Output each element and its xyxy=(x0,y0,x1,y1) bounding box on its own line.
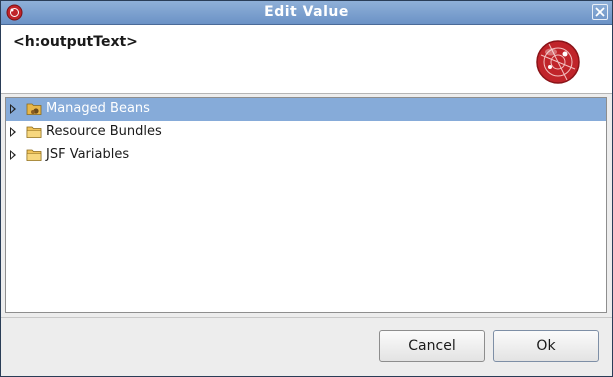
tree-item-jsf-variables[interactable]: JSF Variables xyxy=(6,144,606,167)
variables-tree[interactable]: Managed Beans Resource Bundles JSF Varia… xyxy=(5,97,607,313)
expand-arrow-icon[interactable] xyxy=(10,104,16,114)
dialog-header: <h:outputText> xyxy=(1,25,612,93)
tree-item-managed-beans[interactable]: Managed Beans xyxy=(6,98,606,121)
edit-value-dialog: Edit Value <h:outputText> Managed Beans … xyxy=(0,0,613,377)
folder-beans-icon xyxy=(26,103,42,115)
window-title: Edit Value xyxy=(264,4,349,20)
folder-icon xyxy=(26,149,42,161)
ok-button[interactable]: Ok xyxy=(493,330,599,362)
header-separator xyxy=(1,93,612,94)
tree-item-label: Resource Bundles xyxy=(46,124,162,139)
header-title: <h:outputText> xyxy=(13,34,138,50)
tree-item-resource-bundles[interactable]: Resource Bundles xyxy=(6,121,606,144)
folder-icon xyxy=(26,126,42,138)
footer-separator xyxy=(1,317,612,318)
close-button[interactable] xyxy=(592,4,608,20)
title-bar[interactable]: Edit Value xyxy=(1,1,612,25)
jsf-logo-icon xyxy=(536,40,580,84)
close-icon xyxy=(595,7,605,17)
tree-item-label: Managed Beans xyxy=(46,101,150,116)
cancel-button[interactable]: Cancel xyxy=(379,330,485,362)
expand-arrow-icon[interactable] xyxy=(10,127,16,137)
expand-arrow-icon[interactable] xyxy=(10,150,16,160)
tree-item-label: JSF Variables xyxy=(46,147,130,162)
